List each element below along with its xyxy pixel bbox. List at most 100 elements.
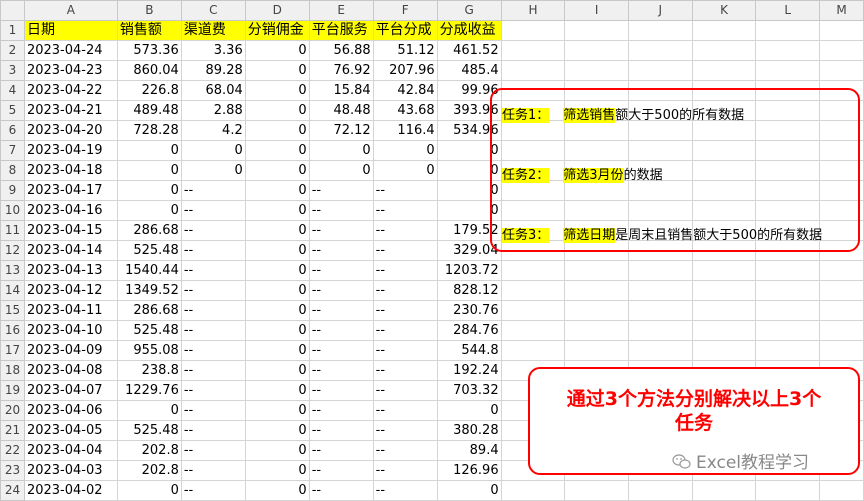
row-header[interactable]: 12 [0, 240, 25, 261]
table-cell[interactable]: 2023-04-09 [23, 340, 118, 361]
row-header[interactable]: 24 [0, 480, 25, 501]
table-cell[interactable]: 0 [244, 100, 310, 121]
table-cell[interactable]: 2023-04-23 [23, 60, 118, 81]
table-cell[interactable]: 955.08 [116, 340, 182, 361]
table-cell[interactable]: 226.8 [116, 80, 182, 101]
table-cell[interactable]: 525.48 [116, 420, 182, 441]
table-cell[interactable]: 380.28 [436, 420, 502, 441]
column-header[interactable]: K [691, 0, 757, 21]
empty-cell[interactable] [564, 340, 629, 361]
table-cell[interactable]: 116.4 [372, 120, 438, 141]
header-cell[interactable]: 平台服务 [308, 20, 374, 41]
empty-cell[interactable] [819, 280, 864, 301]
empty-cell[interactable] [691, 300, 757, 321]
empty-cell[interactable] [500, 260, 566, 281]
table-cell[interactable]: -- [372, 240, 438, 261]
table-cell[interactable]: 0 [244, 480, 310, 501]
empty-cell[interactable] [564, 480, 629, 501]
table-cell[interactable]: -- [372, 400, 438, 421]
table-cell[interactable]: 2023-04-24 [23, 40, 118, 61]
empty-cell[interactable] [819, 300, 864, 321]
table-cell[interactable]: 0 [244, 220, 310, 241]
table-cell[interactable]: 860.04 [116, 60, 182, 81]
empty-cell[interactable] [564, 60, 629, 81]
table-cell[interactable]: 230.76 [436, 300, 502, 321]
empty-cell[interactable] [819, 20, 864, 41]
table-cell[interactable]: -- [372, 440, 438, 461]
table-cell[interactable]: -- [308, 380, 374, 401]
header-cell[interactable]: 日期 [23, 20, 118, 41]
table-cell[interactable]: 286.68 [116, 300, 182, 321]
row-header[interactable]: 14 [0, 280, 25, 301]
table-cell[interactable]: -- [372, 480, 438, 501]
header-cell[interactable]: 分成收益 [436, 20, 502, 41]
table-cell[interactable]: -- [308, 420, 374, 441]
table-cell[interactable]: 2023-04-18 [23, 160, 118, 181]
empty-cell[interactable] [627, 60, 693, 81]
empty-cell[interactable] [500, 320, 566, 341]
table-cell[interactable]: -- [308, 400, 374, 421]
table-cell[interactable]: -- [308, 200, 374, 221]
table-cell[interactable]: 2023-04-16 [23, 200, 118, 221]
table-cell[interactable]: 192.24 [436, 360, 502, 381]
empty-cell[interactable] [627, 260, 693, 281]
header-cell[interactable]: 渠道费 [180, 20, 246, 41]
table-cell[interactable]: -- [308, 480, 374, 501]
table-cell[interactable]: 89.28 [180, 60, 246, 81]
row-header[interactable]: 22 [0, 440, 25, 461]
empty-cell[interactable] [691, 40, 757, 61]
table-cell[interactable]: -- [180, 340, 246, 361]
row-header[interactable]: 5 [0, 100, 25, 121]
empty-cell[interactable] [500, 20, 566, 41]
empty-cell[interactable] [819, 40, 864, 61]
table-cell[interactable]: 0 [116, 480, 182, 501]
table-cell[interactable]: 0 [244, 420, 310, 441]
column-header[interactable]: B [116, 0, 182, 21]
table-cell[interactable]: 703.32 [436, 380, 502, 401]
table-cell[interactable]: 0 [244, 200, 310, 221]
table-cell[interactable]: 0 [244, 340, 310, 361]
empty-cell[interactable] [819, 260, 864, 281]
table-cell[interactable]: 0 [116, 400, 182, 421]
table-cell[interactable]: 3.36 [180, 40, 246, 61]
table-cell[interactable]: 2023-04-22 [23, 80, 118, 101]
header-cell[interactable]: 销售额 [116, 20, 182, 41]
table-cell[interactable]: 56.88 [308, 40, 374, 61]
table-cell[interactable]: 68.04 [180, 80, 246, 101]
table-cell[interactable]: 2023-04-07 [23, 380, 118, 401]
table-cell[interactable]: 0 [244, 400, 310, 421]
table-cell[interactable]: 485.4 [436, 60, 502, 81]
table-cell[interactable]: 238.8 [116, 360, 182, 381]
table-cell[interactable]: 0 [244, 240, 310, 261]
table-cell[interactable]: -- [372, 300, 438, 321]
table-cell[interactable]: 525.48 [116, 320, 182, 341]
row-header[interactable]: 9 [0, 180, 25, 201]
table-cell[interactable]: 0 [244, 40, 310, 61]
table-cell[interactable]: 0 [116, 180, 182, 201]
table-cell[interactable]: 286.68 [116, 220, 182, 241]
table-cell[interactable]: 461.52 [436, 40, 502, 61]
empty-cell[interactable] [819, 480, 864, 501]
empty-cell[interactable] [691, 480, 757, 501]
empty-cell[interactable] [500, 300, 566, 321]
empty-cell[interactable] [564, 260, 629, 281]
empty-cell[interactable] [755, 260, 821, 281]
empty-cell[interactable] [691, 340, 757, 361]
table-cell[interactable]: 2023-04-02 [23, 480, 118, 501]
row-header[interactable]: 13 [0, 260, 25, 281]
table-cell[interactable]: -- [308, 220, 374, 241]
table-cell[interactable]: 489.48 [116, 100, 182, 121]
empty-cell[interactable] [500, 60, 566, 81]
header-cell[interactable]: 分销佣金 [244, 20, 310, 41]
table-cell[interactable]: 0 [244, 120, 310, 141]
empty-cell[interactable] [564, 280, 629, 301]
table-cell[interactable]: -- [308, 460, 374, 481]
header-cell[interactable]: 平台分成 [372, 20, 438, 41]
table-cell[interactable]: 2023-04-04 [23, 440, 118, 461]
table-cell[interactable]: 0 [308, 140, 374, 161]
empty-cell[interactable] [500, 480, 566, 501]
column-header[interactable]: A [23, 0, 118, 21]
empty-cell[interactable] [691, 260, 757, 281]
table-cell[interactable]: -- [180, 360, 246, 381]
empty-cell[interactable] [755, 280, 821, 301]
